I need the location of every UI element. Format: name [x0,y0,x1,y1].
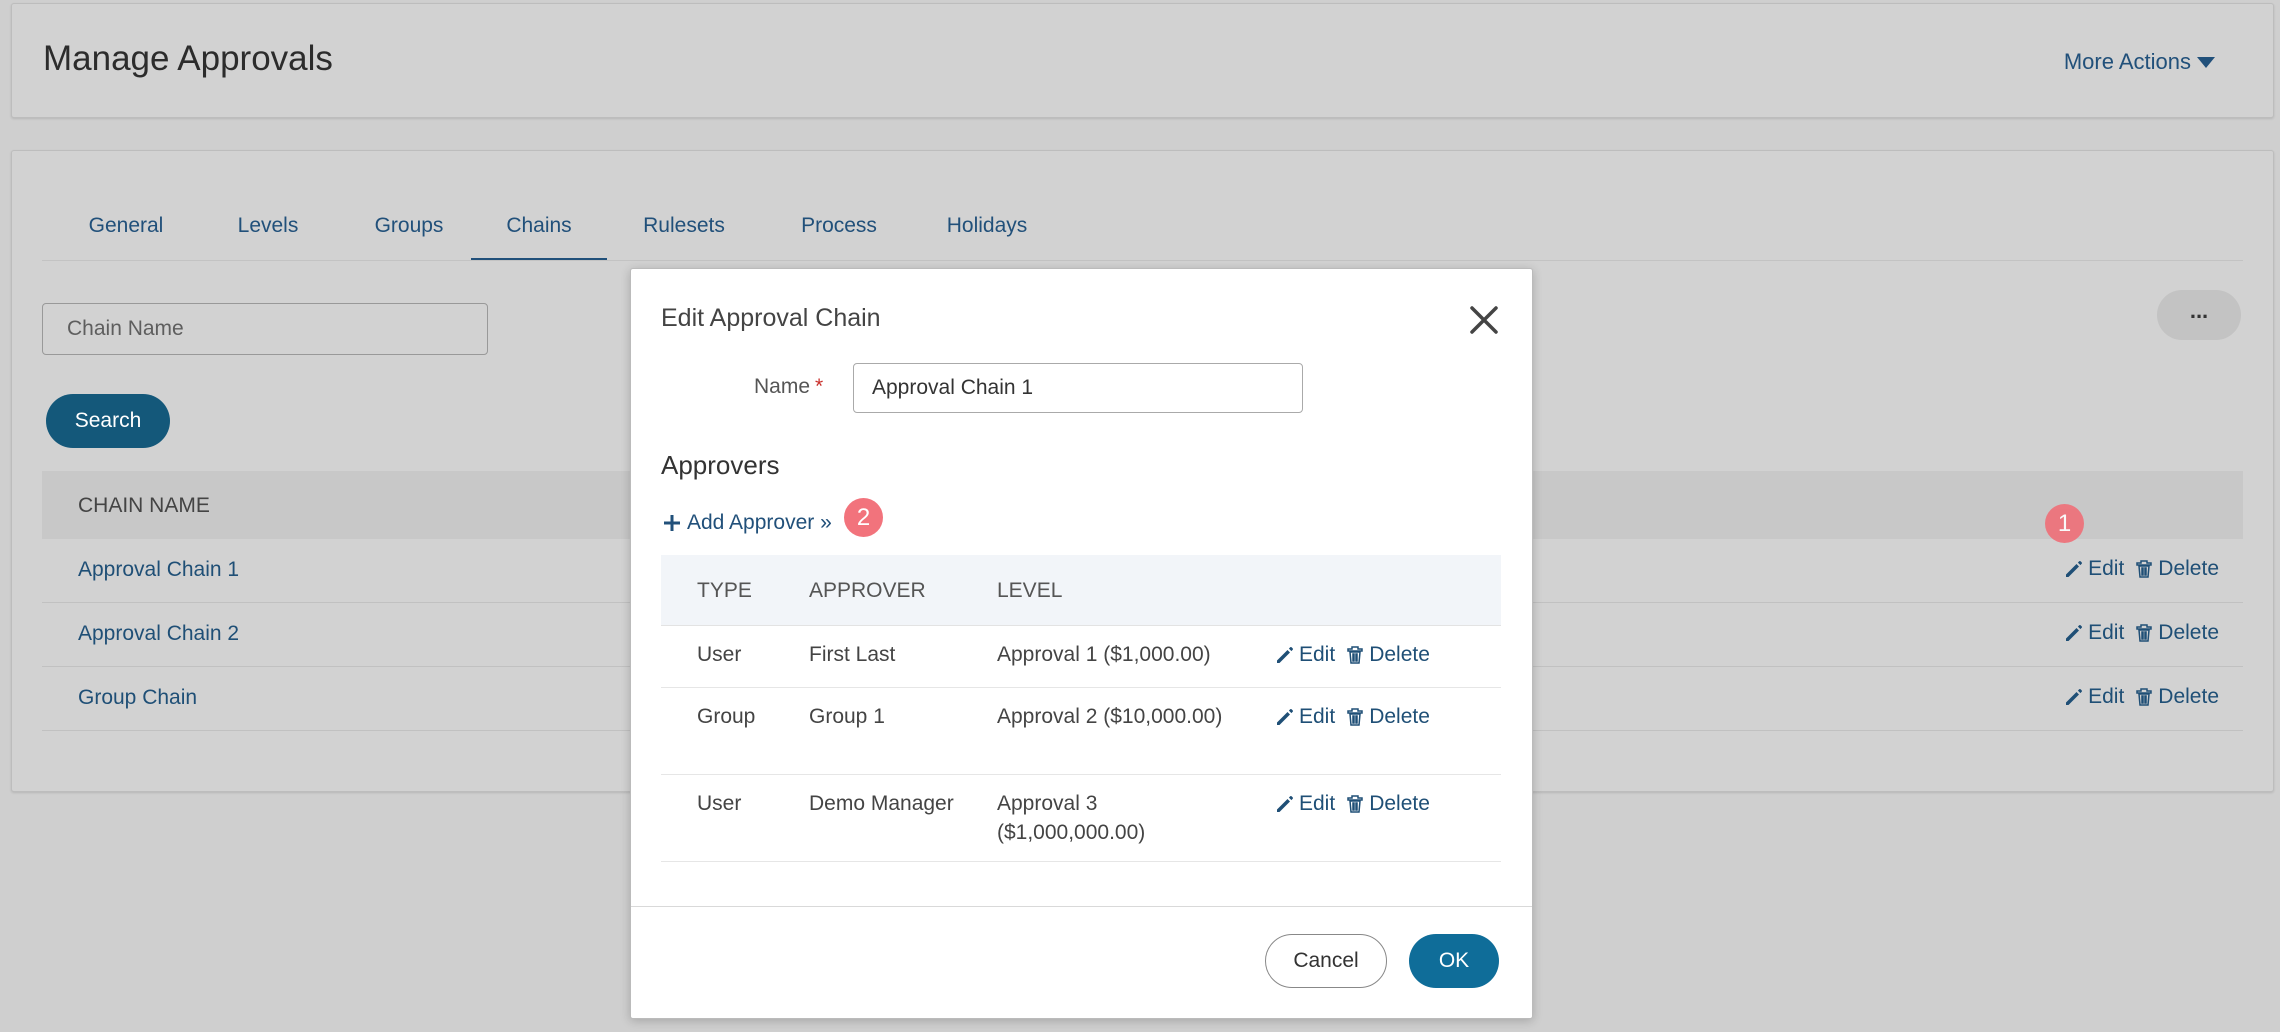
chain-name-field[interactable] [853,363,1303,413]
delete-label: Delete [1369,643,1430,666]
chain-name-link[interactable]: Approval Chain 2 [78,622,239,646]
approver-name: Demo Manager [809,792,954,815]
edit-link[interactable]: Edit [2064,557,2124,581]
trash-icon [1347,645,1363,664]
step-badge-1: 1 [2045,504,2084,543]
tab-general[interactable]: General [67,214,185,258]
dialog-title: Edit Approval Chain [661,304,881,332]
edit-link[interactable]: Edit [2064,685,2124,709]
delete-link[interactable]: Delete [2134,557,2219,581]
row-actions: Edit Delete [2064,685,2219,709]
ok-button[interactable]: OK [1409,934,1499,988]
table-row: User First Last Approval 1 ($1,000.00) E… [661,626,1501,688]
approver-type: Group [697,705,756,728]
row-actions: Edit Delete [1275,640,1430,669]
level-column-header: LEVEL [997,579,1063,602]
add-approver-label: Add Approver » [687,511,832,534]
table-row: User Demo Manager Approval 3 ($1,000,000… [661,775,1501,862]
edit-link[interactable]: Edit [1275,702,1335,731]
edit-label: Edit [2088,621,2125,644]
delete-link[interactable]: Delete [1345,789,1430,818]
pencil-icon [2066,689,2083,705]
approver-level: Approval 2 ($10,000.00) [997,705,1223,728]
row-actions: Edit Delete [1275,702,1430,731]
approver-type: User [697,792,742,815]
chain-name-search-input[interactable] [42,303,488,355]
approvers-table-header: TYPE APPROVER LEVEL [661,555,1501,626]
approver-level: Approval 1 ($1,000.00) [997,643,1211,666]
plus-icon [664,515,680,531]
row-actions: Edit Delete [2064,557,2219,581]
header-panel: Manage Approvals More Actions [11,3,2274,118]
required-indicator: * [815,375,824,398]
pencil-icon [2066,561,2083,577]
delete-label: Delete [1369,705,1430,728]
delete-link[interactable]: Delete [1345,640,1430,669]
name-label: Name * [754,375,823,399]
trash-icon [1347,794,1363,813]
edit-link[interactable]: Edit [1275,789,1335,818]
row-actions: Edit Delete [2064,621,2219,645]
approvers-heading: Approvers [661,450,780,480]
delete-link[interactable]: Delete [1345,702,1430,731]
edit-link[interactable]: Edit [2064,621,2124,645]
edit-approval-chain-dialog: Edit Approval Chain Name* Approvers Add … [630,268,1533,1019]
approver-type: User [697,643,742,666]
page-title: Manage Approvals [43,39,333,78]
tab-rulesets[interactable]: Rulesets [620,214,748,258]
more-actions-button[interactable]: More Actions [2064,49,2215,75]
pencil-icon [2066,625,2083,641]
more-options-button[interactable]: ... [2157,290,2241,340]
edit-label: Edit [1299,705,1336,728]
pencil-icon [1277,646,1293,663]
edit-label: Edit [1299,643,1336,666]
trash-icon [2136,560,2153,578]
tab-bar: General Levels Groups Chains Rulesets Pr… [42,214,2243,261]
chain-name-link[interactable]: Group Chain [78,686,197,710]
approver-column-header: APPROVER [809,579,926,602]
chain-name-link[interactable]: Approval Chain 1 [78,558,239,582]
cancel-button[interactable]: Cancel [1265,934,1387,988]
edit-label: Edit [2088,557,2125,580]
pencil-icon [1277,708,1293,725]
trash-icon [2136,688,2153,706]
close-icon[interactable] [1466,302,1502,338]
approvers-table: TYPE APPROVER LEVEL User First Last Appr… [661,555,1501,862]
type-column-header: TYPE [697,579,752,602]
delete-label: Delete [2158,685,2219,708]
edit-label: Edit [2088,685,2125,708]
step-badge-2: 2 [844,498,883,537]
tab-groups[interactable]: Groups [351,214,467,258]
more-actions-label: More Actions [2063,49,2191,74]
add-approver-link[interactable]: Add Approver » [663,511,832,535]
delete-link[interactable]: Delete [2134,621,2219,645]
approver-name: First Last [809,643,896,666]
tab-holidays[interactable]: Holidays [925,214,1049,258]
delete-label: Delete [2158,621,2219,644]
dialog-footer-divider [631,906,1532,907]
table-row: Group Group 1 Approval 2 ($10,000.00) Ed… [661,688,1501,775]
delete-label: Delete [2158,557,2219,580]
approver-level: Approval 3 ($1,000,000.00) [997,792,1146,844]
caret-down-icon [2197,56,2215,68]
pencil-icon [1277,795,1293,812]
chain-name-column-header: CHAIN NAME [78,494,210,517]
row-actions: Edit Delete [1275,789,1430,818]
trash-icon [1347,707,1363,726]
tab-chains[interactable]: Chains [471,214,607,260]
trash-icon [2136,624,2153,642]
approver-name: Group 1 [809,705,885,728]
edit-label: Edit [1299,792,1336,815]
search-button[interactable]: Search [46,394,170,448]
tab-process[interactable]: Process [773,214,905,258]
delete-link[interactable]: Delete [2134,685,2219,709]
delete-label: Delete [1369,792,1430,815]
tab-levels[interactable]: Levels [222,214,314,258]
name-label-text: Name [754,375,811,398]
edit-link[interactable]: Edit [1275,640,1335,669]
